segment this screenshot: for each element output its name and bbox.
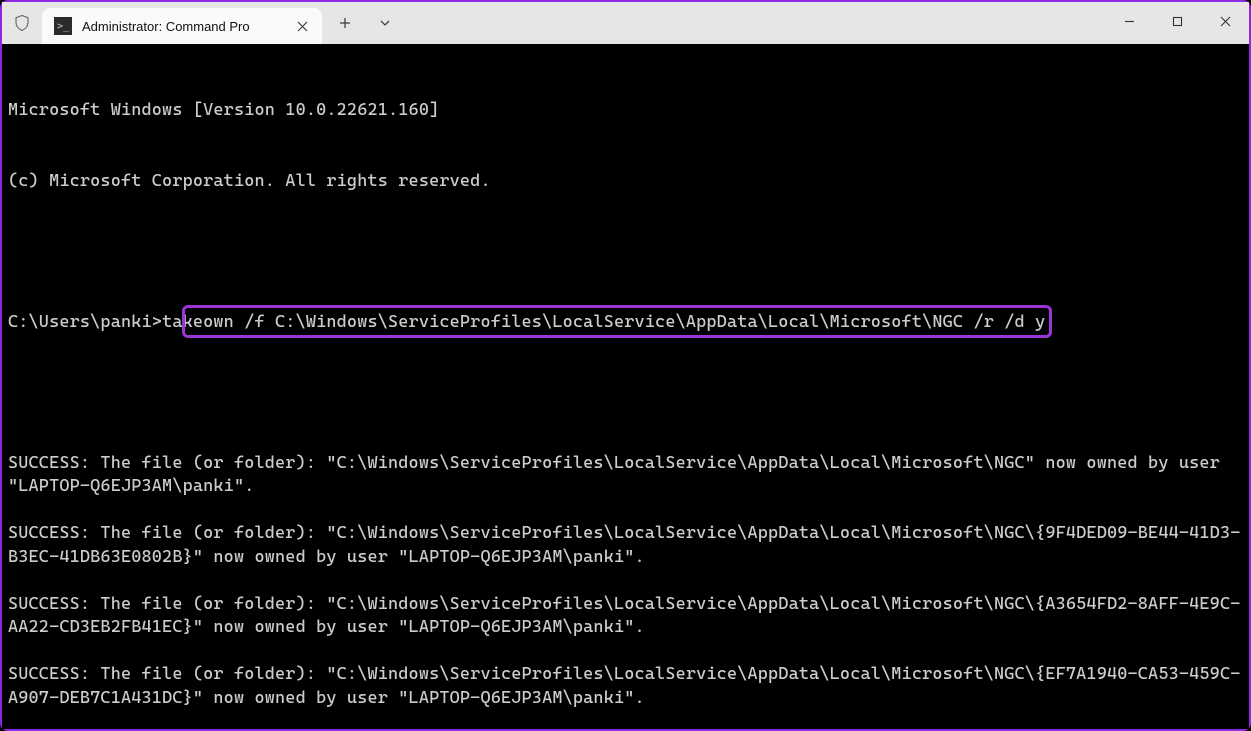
new-tab-button[interactable] (328, 7, 362, 39)
tab-dropdown-button[interactable] (368, 7, 402, 39)
cmd-icon: >_ (54, 17, 72, 35)
prompt: C:\Users\panki> (8, 311, 162, 335)
minimize-button[interactable] (1105, 2, 1153, 40)
output-line: SUCCESS: The file (or folder): "C:\Windo… (8, 452, 1243, 499)
output-line: SUCCESS: The file (or folder): "C:\Windo… (8, 593, 1243, 640)
maximize-button[interactable] (1153, 2, 1201, 40)
tab-cmd[interactable]: >_ Administrator: Command Pro (42, 8, 322, 44)
output-line: SUCCESS: The file (or folder): "C:\Windo… (8, 522, 1243, 569)
tab-close-button[interactable] (292, 16, 312, 36)
tab-title: Administrator: Command Pro (82, 19, 282, 34)
banner-line-1: Microsoft Windows [Version 10.0.22621.16… (8, 99, 1243, 123)
output-line: SUCCESS: The file (or folder): "C:\Windo… (8, 663, 1243, 710)
window-controls (1105, 2, 1249, 40)
banner-line-2: (c) Microsoft Corporation. All rights re… (8, 170, 1243, 194)
titlebar: >_ Administrator: Command Pro (2, 2, 1249, 44)
shield-icon (2, 2, 42, 44)
output-section: SUCCESS: The file (or folder): "C:\Windo… (8, 452, 1243, 730)
prompt-line: C:\Users\panki>takeown /f C:\Windows\Ser… (8, 311, 1243, 335)
close-button[interactable] (1201, 2, 1249, 40)
command-text: takeown /f C:\Windows\ServiceProfiles\Lo… (162, 311, 1045, 335)
terminal-area[interactable]: Microsoft Windows [Version 10.0.22621.16… (2, 44, 1249, 729)
